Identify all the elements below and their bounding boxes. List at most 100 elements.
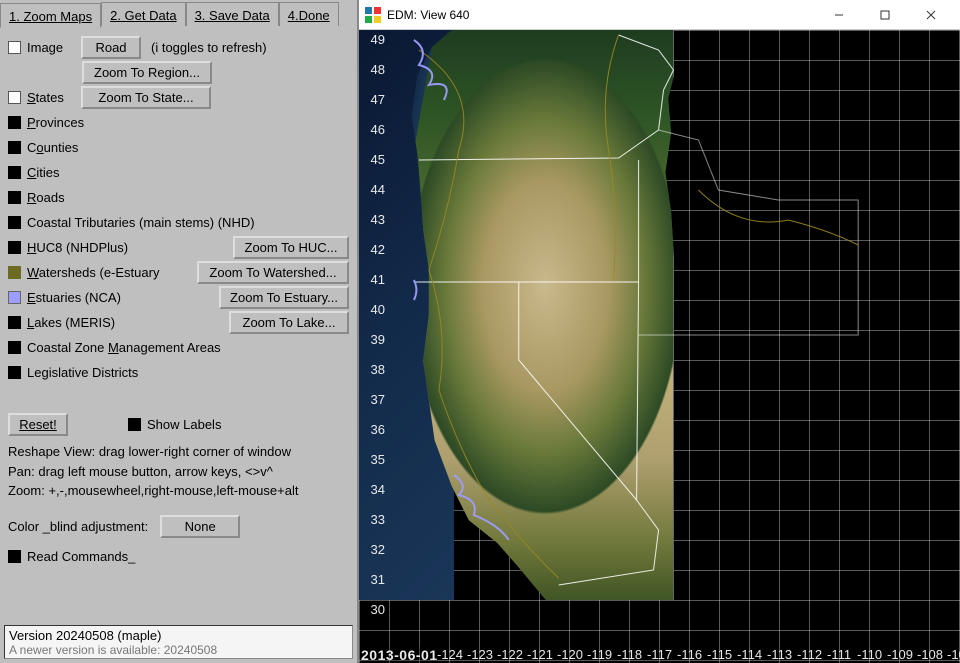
control-panel: 1. Zoom Maps 2. Get Data 3. Save Data 4.… (0, 0, 358, 663)
lon-label: -117 (647, 647, 672, 662)
label-huc8[interactable]: HUC8 (NHDPlus) (27, 240, 233, 255)
reset-button[interactable]: Reset! (8, 413, 68, 436)
colorblind-row: Color _blind adjustment: None (8, 515, 349, 539)
close-icon (926, 10, 936, 20)
tab-done[interactable]: 4.Done (279, 2, 339, 26)
map-canvas[interactable]: 4948474645444342414039383736353433323130… (359, 30, 960, 663)
image-row: Image Road (i toggles to refresh) (8, 35, 349, 59)
lat-label: 45 (361, 152, 385, 167)
help-line-3: Zoom: +,-,mousewheel,right-mouse,left-mo… (8, 481, 349, 501)
lat-label: 32 (361, 542, 385, 557)
layer-legislative[interactable]: Legislative Districts (8, 360, 349, 384)
label-colorblind: Color _blind adjustment: (8, 519, 148, 534)
swatch-huc8[interactable] (8, 241, 21, 254)
tab-save-data[interactable]: 3. Save Data (186, 2, 279, 26)
lon-label: -114 (737, 647, 762, 662)
swatch-counties (8, 141, 21, 154)
label-image: Image (27, 40, 81, 55)
swatch-coastal-trib (8, 216, 21, 229)
lat-label: 33 (361, 512, 385, 527)
zoom-watershed-button[interactable]: Zoom To Watershed... (197, 261, 349, 284)
lon-label: -107 (947, 647, 960, 662)
zoom-state-button[interactable]: Zoom To State... (81, 86, 211, 109)
swatch-watersheds[interactable] (8, 266, 21, 279)
label-lakes[interactable]: Lakes (MERIS) (27, 315, 229, 330)
tab-get-data[interactable]: 2. Get Data (101, 2, 185, 26)
layer-provinces[interactable]: Provinces (8, 110, 349, 134)
checkbox-states[interactable] (8, 91, 21, 104)
app-icon (365, 7, 381, 23)
lat-label: 44 (361, 182, 385, 197)
lat-label: 42 (361, 242, 385, 257)
maximize-icon (880, 10, 890, 20)
tab-zoom-maps[interactable]: 1. Zoom Maps (0, 3, 101, 28)
checkbox-image[interactable] (8, 41, 21, 54)
lat-label: 38 (361, 362, 385, 377)
label-roads: Roads (27, 190, 65, 205)
layer-cities[interactable]: Cities (8, 160, 349, 184)
lon-label: -120 (557, 647, 583, 662)
zoom-region-row: Zoom To Region... (8, 60, 349, 84)
layer-roads[interactable]: Roads (8, 185, 349, 209)
lon-label: -113 (767, 647, 792, 662)
tabbar: 1. Zoom Maps 2. Get Data 3. Save Data 4.… (0, 0, 357, 28)
swatch-lakes[interactable] (8, 316, 21, 329)
lon-label: -110 (857, 647, 882, 662)
lat-label: 39 (361, 332, 385, 347)
label-read-commands: Read Commands_ (27, 549, 135, 564)
layer-estuaries: Estuaries (NCA) Zoom To Estuary... (8, 285, 349, 309)
lon-label: -116 (677, 647, 702, 662)
layer-coastal-trib[interactable]: Coastal Tributaries (main stems) (NHD) (8, 210, 349, 234)
reset-row: Reset! Show Labels (8, 412, 349, 436)
layer-watersheds: Watersheds (e-Estuary Zoom To Watershed.… (8, 260, 349, 284)
close-button[interactable] (908, 0, 954, 30)
viewer-window: EDM: View 640 (358, 0, 960, 663)
road-button[interactable]: Road (81, 36, 141, 59)
status-bar: Version 20240508 (maple) A newer version… (4, 625, 353, 659)
lon-label: -121 (527, 647, 553, 662)
swatch-show-labels[interactable] (128, 418, 141, 431)
swatch-estuaries[interactable] (8, 291, 21, 304)
swatch-roads (8, 191, 21, 204)
minimize-icon (834, 10, 844, 20)
lat-label: 40 (361, 302, 385, 317)
zoom-estuary-button[interactable]: Zoom To Estuary... (219, 286, 349, 309)
zoom-lake-button[interactable]: Zoom To Lake... (229, 311, 349, 334)
label-states: States (27, 90, 81, 105)
lat-label: 36 (361, 422, 385, 437)
colorblind-button[interactable]: None (160, 515, 240, 538)
label-show-labels: Show Labels (147, 417, 221, 432)
lon-label: -123 (467, 647, 493, 662)
swatch-provinces (8, 116, 21, 129)
lat-label: 31 (361, 572, 385, 587)
status-line-1: Version 20240508 (maple) (9, 628, 348, 643)
help-line-2: Pan: drag left mouse button, arrow keys,… (8, 462, 349, 482)
zoom-huc-button[interactable]: Zoom To HUC... (233, 236, 349, 259)
label-coastal-trib: Coastal Tributaries (main stems) (NHD) (27, 215, 255, 230)
layer-czma[interactable]: Coastal Zone Management Areas (8, 335, 349, 359)
layer-lakes: Lakes (MERIS) Zoom To Lake... (8, 310, 349, 334)
window-buttons (816, 0, 954, 30)
label-watersheds[interactable]: Watersheds (e-Estuary (27, 265, 197, 280)
label-estuaries[interactable]: Estuaries (NCA) (27, 290, 219, 305)
read-commands-row[interactable]: Read Commands_ (8, 545, 349, 569)
lat-label: 34 (361, 482, 385, 497)
layer-huc8: HUC8 (NHDPlus) Zoom To HUC... (8, 235, 349, 259)
lat-label: 47 (361, 92, 385, 107)
swatch-cities (8, 166, 21, 179)
titlebar[interactable]: EDM: View 640 (359, 0, 960, 30)
app-root: 1. Zoom Maps 2. Get Data 3. Save Data 4.… (0, 0, 960, 663)
help-text: Reshape View: drag lower-right corner of… (8, 442, 349, 501)
zoom-region-button[interactable]: Zoom To Region... (82, 61, 212, 84)
lat-label: 41 (361, 272, 385, 287)
minimize-button[interactable] (816, 0, 862, 30)
lat-label: 30 (361, 602, 385, 617)
lon-label: -112 (797, 647, 822, 662)
maximize-button[interactable] (862, 0, 908, 30)
lat-label: 48 (361, 62, 385, 77)
lon-label: -111 (827, 647, 851, 662)
label-czma: Coastal Zone Management Areas (27, 340, 221, 355)
help-line-1: Reshape View: drag lower-right corner of… (8, 442, 349, 462)
label-provinces: Provinces (27, 115, 84, 130)
layer-counties[interactable]: Counties (8, 135, 349, 159)
